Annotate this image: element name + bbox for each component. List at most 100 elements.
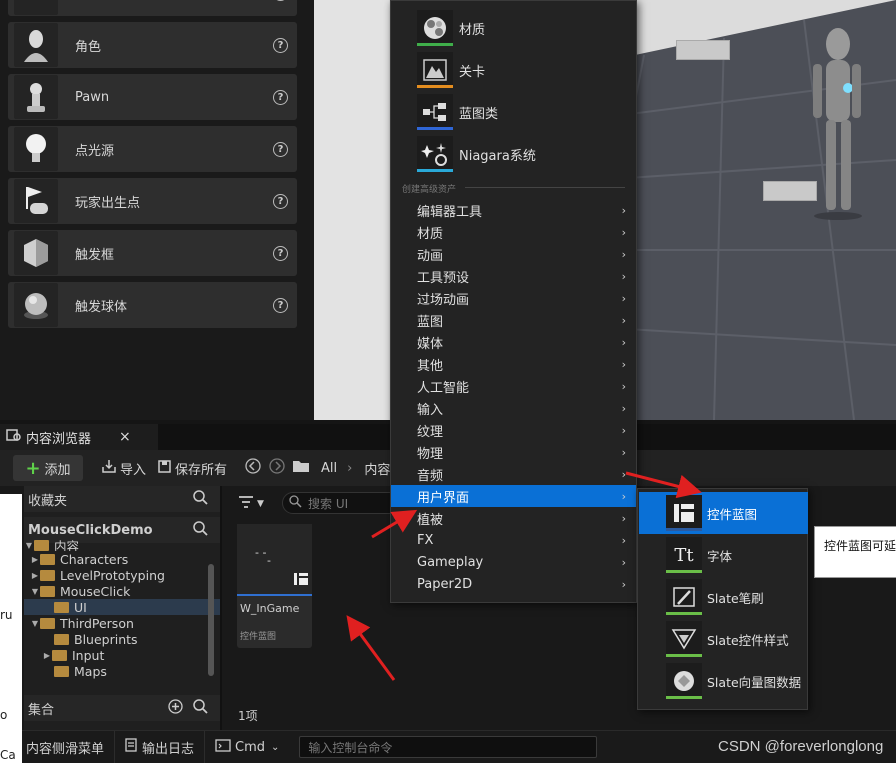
- actor-row-character[interactable]: 角色 ?: [8, 22, 297, 68]
- search-input[interactable]: 搜索 UI: [282, 492, 402, 514]
- menu-item[interactable]: 植被 ›: [391, 507, 636, 529]
- menu-item[interactable]: 编辑器工具 ›: [391, 199, 636, 221]
- menu-item[interactable]: 动画 ›: [391, 243, 636, 265]
- chevron-right-icon: ›: [621, 577, 626, 591]
- submenu-slate-widget-style[interactable]: Slate控件样式: [639, 618, 808, 660]
- submenu-font[interactable]: Tt 字体: [639, 534, 808, 576]
- menu-item[interactable]: Gameplay ›: [391, 551, 636, 573]
- tree-item-content[interactable]: ▼ 内容: [24, 539, 220, 551]
- expand-arrow-icon[interactable]: ▼: [30, 619, 40, 628]
- expand-arrow-icon[interactable]: ▶: [30, 555, 40, 564]
- actor-row-partial[interactable]: ?: [8, 0, 297, 16]
- forward-button[interactable]: [267, 455, 287, 481]
- tree-item-thirdperson[interactable]: ▼ ThirdPerson: [24, 615, 220, 631]
- cmd-dropdown[interactable]: Cmd ⌄: [205, 731, 289, 763]
- chevron-right-icon: ›: [621, 313, 626, 327]
- back-button[interactable]: [239, 455, 267, 481]
- tree-item-input[interactable]: ▶ Input: [24, 647, 220, 663]
- help-icon[interactable]: ?: [273, 193, 288, 209]
- menu-item[interactable]: 输入 ›: [391, 397, 636, 419]
- chevron-right-icon: ›: [621, 335, 626, 349]
- search-icon[interactable]: [193, 520, 208, 540]
- trigger-sphere-icon: [14, 283, 58, 327]
- help-icon[interactable]: ?: [273, 141, 288, 157]
- tab-content-browser[interactable]: 内容浏览器 ×: [0, 424, 158, 450]
- tree-item-characters[interactable]: ▶ Characters: [24, 551, 220, 567]
- menu-item-label: 纹理: [417, 424, 444, 440]
- path-root-folder[interactable]: [287, 455, 315, 481]
- expand-arrow-icon[interactable]: ▼: [24, 541, 34, 550]
- actor-row-trigger-box[interactable]: 触发框 ?: [8, 230, 297, 276]
- add-collection-icon[interactable]: [168, 698, 183, 718]
- chevron-right-icon: ›: [621, 225, 626, 239]
- menu-item[interactable]: Paper2D ›: [391, 573, 636, 595]
- tree-item-levelprototyping[interactable]: ▶ LevelPrototyping: [24, 567, 220, 583]
- tree-scrollbar[interactable]: [208, 564, 214, 676]
- menu-basic-level[interactable]: 关卡: [417, 51, 485, 89]
- help-icon[interactable]: ?: [273, 0, 288, 1]
- tree-item-ui[interactable]: UI: [24, 599, 220, 615]
- tree-item-mouseclick[interactable]: ▼ MouseClick: [24, 583, 220, 599]
- menu-item[interactable]: 其他 ›: [391, 353, 636, 375]
- submenu-slate-brush[interactable]: Slate笔刷: [639, 576, 808, 618]
- breadcrumb-all[interactable]: All ›: [315, 455, 358, 481]
- collections-header[interactable]: 集合: [24, 695, 220, 721]
- menu-item[interactable]: 人工智能 ›: [391, 375, 636, 397]
- expand-arrow-icon[interactable]: ▶: [30, 571, 40, 580]
- menu-item-label: Gameplay: [417, 554, 484, 570]
- expand-arrow-icon[interactable]: ▼: [30, 587, 40, 596]
- submenu-widget-blueprint[interactable]: 控件蓝图: [639, 492, 808, 534]
- save-all-label: 保存所有: [175, 462, 228, 478]
- output-log-button[interactable]: 输出日志: [115, 730, 206, 763]
- expand-arrow-icon[interactable]: ▶: [42, 651, 52, 660]
- menu-item[interactable]: 媒体 ›: [391, 331, 636, 353]
- item-count: 1项: [238, 709, 258, 723]
- widget-blueprint-icon: [666, 495, 702, 531]
- chevron-right-icon: ›: [347, 460, 353, 476]
- chevron-right-icon: ›: [621, 489, 626, 503]
- menu-item[interactable]: 蓝图 ›: [391, 309, 636, 331]
- help-icon[interactable]: ?: [273, 297, 288, 313]
- add-button[interactable]: + 添加: [13, 455, 83, 481]
- submenu-slate-vector-art[interactable]: Slate向量图数据: [639, 660, 808, 702]
- help-icon[interactable]: ?: [273, 37, 288, 53]
- search-icon[interactable]: [193, 489, 208, 509]
- actor-row-pawn[interactable]: Pawn ?: [8, 74, 297, 120]
- menu-basic-material[interactable]: 材质: [417, 9, 485, 47]
- menu-item-label: 音频: [417, 468, 444, 484]
- dash-marks: - -: [255, 546, 267, 559]
- menu-item[interactable]: 工具预设 ›: [391, 265, 636, 287]
- chevron-right-icon: ›: [621, 247, 626, 261]
- help-icon[interactable]: ?: [273, 245, 288, 261]
- viewport-sign: [763, 181, 817, 201]
- chevron-right-icon: ›: [621, 379, 626, 393]
- tree-item-blueprints[interactable]: Blueprints: [24, 631, 220, 647]
- menu-item[interactable]: 音频 ›: [391, 463, 636, 485]
- search-icon[interactable]: [193, 698, 208, 718]
- asset-tile-w-ingame[interactable]: - - - W_InGame 控件蓝图: [237, 524, 312, 648]
- actor-row-player-start[interactable]: 玩家出生点 ?: [8, 178, 297, 224]
- actor-row-point-light[interactable]: 点光源 ?: [8, 126, 297, 172]
- chevron-right-icon: ›: [621, 291, 626, 305]
- save-icon: [158, 459, 171, 477]
- tree-item-maps[interactable]: Maps: [24, 663, 220, 679]
- menu-item[interactable]: 过场动画 ›: [391, 287, 636, 309]
- help-icon[interactable]: ?: [273, 89, 288, 105]
- import-button[interactable]: 导入: [95, 455, 152, 481]
- menu-item[interactable]: FX ›: [391, 529, 636, 551]
- actor-row-trigger-sphere[interactable]: 触发球体 ?: [8, 282, 297, 328]
- close-icon[interactable]: ×: [119, 429, 131, 445]
- material-icon: [417, 10, 453, 46]
- asset-name: W_InGame: [240, 602, 300, 615]
- save-all-button[interactable]: 保存所有: [152, 455, 233, 481]
- menu-basic-blueprint-class[interactable]: 蓝图类: [417, 93, 498, 131]
- console-input[interactable]: 输入控制台命令: [299, 736, 598, 758]
- menu-item[interactable]: 材质 ›: [391, 221, 636, 243]
- menu-basic-niagara-system[interactable]: Niagara系统: [417, 135, 536, 173]
- filter-button[interactable]: ▼: [238, 496, 264, 512]
- slate-widget-style-icon: [666, 621, 702, 657]
- menu-item[interactable]: 物理 ›: [391, 441, 636, 463]
- menu-item[interactable]: 纹理 ›: [391, 419, 636, 441]
- favorites-header[interactable]: 收藏夹: [24, 486, 220, 512]
- menu-item[interactable]: 用户界面 ›: [391, 485, 636, 507]
